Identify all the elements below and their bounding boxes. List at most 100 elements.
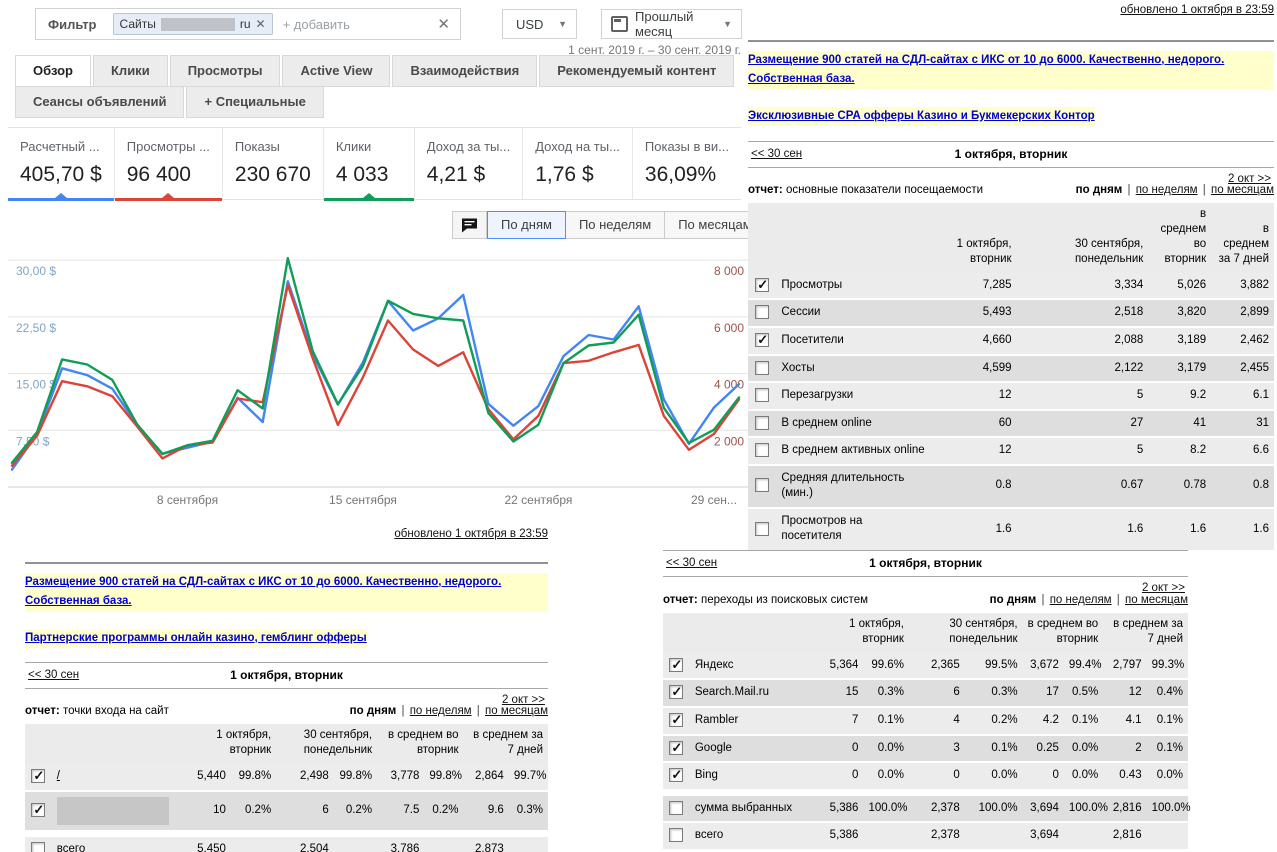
prev-day-link[interactable]: << 30 сен [666, 551, 717, 576]
row-label[interactable]: Bing [695, 769, 718, 781]
metric-card-pageviews[interactable]: Просмотры ... 96 400 [114, 128, 223, 201]
row-checkbox[interactable] [31, 767, 46, 785]
tab-custom[interactable]: + Специальные [186, 86, 324, 118]
tab-ad-sessions[interactable]: Сеансы объявлений [15, 86, 185, 118]
tab-recommended-content[interactable]: Рекомендуемый контент [539, 55, 735, 87]
ad-link[interactable]: Размещение 900 статей на СДЛ-сайтах с ИК… [748, 50, 1274, 90]
row-label[interactable]: В среднем online [781, 417, 871, 429]
mode-by-months[interactable]: по месяцам [1125, 594, 1188, 606]
granularity-by-weeks-button[interactable]: По неделям [564, 211, 666, 239]
ad-link[interactable]: Размещение 900 статей на СДЛ-сайтах с ИК… [25, 572, 548, 612]
row-checkbox[interactable] [755, 443, 770, 458]
row-label[interactable]: В среднем активных online [781, 444, 924, 456]
metric-card-impressions[interactable]: Показы 230 670 [223, 128, 324, 199]
row-label[interactable]: Посетители [781, 334, 843, 346]
clear-filter-icon[interactable]: ✕ [437, 15, 450, 33]
row-label[interactable]: Перезагрузки [781, 389, 853, 401]
metric-card-estimated-earnings[interactable]: Расчетный ... 405,70 $ [8, 128, 115, 201]
comment-button[interactable] [452, 211, 487, 239]
mode-by-days[interactable]: по дням [1076, 184, 1123, 196]
currency-select[interactable]: USD ▼ [502, 9, 577, 39]
mode-by-weeks[interactable]: по неделям [1136, 184, 1198, 196]
row-label[interactable]: Search.Mail.ru [695, 686, 769, 698]
row-label[interactable]: Rambler [695, 714, 738, 726]
row-checkbox[interactable] [31, 841, 46, 852]
row-checkbox[interactable] [669, 739, 684, 756]
current-date-label: 1 октября, вторник [230, 668, 343, 683]
updated-link[interactable]: обновлено 1 октября в 23:59 [1120, 4, 1274, 16]
row-checkbox[interactable] [669, 766, 684, 784]
row-checkbox[interactable] [755, 331, 770, 349]
tab-active-view[interactable]: Active View [282, 55, 391, 87]
mode-by-days[interactable]: по дням [350, 705, 397, 717]
updated-link[interactable]: обновлено 1 октября в 23:59 [394, 528, 548, 540]
row-label[interactable]: всего [695, 829, 723, 841]
chip-close-icon[interactable]: ✕ [256, 17, 266, 31]
tab-clicks[interactable]: Клики [93, 55, 168, 87]
row-label[interactable]: Просмотров на посетителя [781, 515, 862, 543]
column-header: в среднем за 7 дней [463, 724, 548, 765]
cell-value: 5,026 [1148, 272, 1212, 301]
row-label[interactable]: Яндекс [695, 659, 734, 671]
table-row: Google 0 0.0% 3 0.1% 0.25 0.0% 2 0.1% [663, 734, 1188, 764]
row-label[interactable]: сумма выбранных [695, 802, 792, 814]
cell-value: 3,882 [1211, 272, 1274, 301]
metric-card-rpm[interactable]: Доход за ты... 4,21 $ [415, 128, 524, 199]
row-label[interactable]: Сессии [781, 306, 820, 318]
empty-header [748, 203, 931, 273]
row-checkbox[interactable] [755, 305, 770, 320]
row-checkbox[interactable] [31, 801, 46, 818]
row-checkbox[interactable] [755, 521, 770, 536]
row-label[interactable]: Просмотры [781, 279, 842, 291]
svg-text:15,00 $: 15,00 $ [16, 378, 56, 392]
metric-card-clicks[interactable]: Клики 4 033 [323, 128, 415, 201]
granularity-by-days-button[interactable]: По дням [487, 211, 566, 239]
row-checkbox[interactable] [669, 800, 684, 815]
cell-percent: 100.0% [1063, 788, 1108, 824]
cell-percent: 0.0% [1063, 734, 1104, 764]
row-label[interactable]: / [57, 770, 60, 782]
row-checkbox[interactable] [755, 276, 770, 293]
metric-value: 96 400 [126, 163, 191, 186]
cell-value: 6.6 [1211, 437, 1274, 466]
row-checkbox[interactable] [755, 360, 770, 375]
row-checkbox[interactable] [669, 656, 684, 673]
row-checkbox[interactable] [755, 478, 770, 493]
cell-percent: 99.8% [424, 764, 464, 792]
tab-overview[interactable]: Обзор [15, 55, 91, 87]
row-checkbox[interactable] [755, 415, 770, 430]
mode-by-months[interactable]: по месяцам [1211, 184, 1274, 196]
row-checkbox[interactable] [669, 683, 684, 701]
tab-interactions[interactable]: Взаимодействия [392, 55, 538, 87]
add-filter-input[interactable]: + добавить [283, 17, 438, 32]
row-checkbox[interactable] [669, 711, 684, 729]
row-label[interactable]: Google [695, 742, 732, 754]
row-label[interactable]: всего [57, 843, 85, 852]
metric-card-viewability[interactable]: Показы в ви... 36,09% [633, 128, 741, 199]
row-checkbox[interactable] [669, 828, 684, 843]
cell-value: 3,694 [1022, 788, 1064, 824]
mode-by-weeks[interactable]: по неделям [1050, 594, 1112, 606]
cell-value: 12 [930, 382, 1017, 411]
cell-value: 2,462 [1211, 327, 1274, 356]
prev-day-link[interactable]: << 30 сен [28, 663, 79, 688]
site-filter-chip[interactable]: Сайты ru ✕ [112, 13, 273, 35]
row-checkbox[interactable] [755, 388, 770, 403]
cell-value: 3,334 [1016, 272, 1149, 301]
cell-value: 4 [908, 706, 965, 736]
metric-card-impression-rpm[interactable]: Доход на ты... 1,76 $ [523, 128, 633, 199]
cell-value: 3,179 [1148, 354, 1212, 384]
ad-link[interactable]: Эксклюзивные CPA офферы Казино и Букмеке… [748, 106, 1095, 127]
period-select[interactable]: Прошлый месяц ▼ [601, 9, 742, 39]
page: Фильтр Сайты ru ✕ + добавить ✕ USD ▼ Про… [0, 0, 1277, 852]
prev-day-link[interactable]: << 30 сен [751, 142, 802, 167]
ad-link[interactable]: Партнерские программы онлайн казино, гем… [25, 628, 367, 649]
column-header: 30 сентября, понедельник [908, 613, 1023, 653]
mode-by-days[interactable]: по дням [990, 594, 1037, 606]
cell-value: 3,694 [1022, 822, 1064, 851]
row-label[interactable]: Средняя длительность (мин.) [781, 472, 904, 500]
row-label[interactable]: Хосты [781, 362, 814, 374]
mode-by-months[interactable]: по месяцам [485, 705, 548, 717]
mode-by-weeks[interactable]: по неделям [410, 705, 472, 717]
tab-views[interactable]: Просмотры [169, 55, 281, 87]
